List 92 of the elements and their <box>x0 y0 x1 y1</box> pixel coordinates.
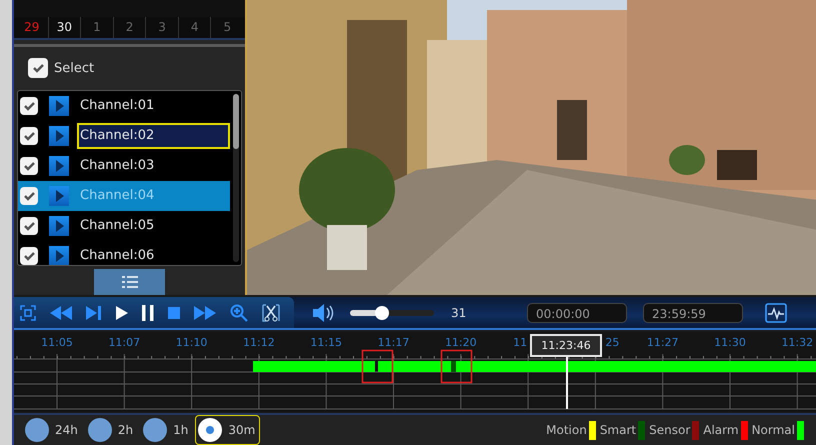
check-icon <box>24 191 34 202</box>
end-time-field[interactable]: 23:59:59 <box>643 302 743 323</box>
list-icon <box>122 276 138 288</box>
time-scale-option[interactable]: 30m <box>195 415 260 445</box>
pause-icon <box>142 304 154 321</box>
play-icon <box>54 129 64 144</box>
rewind-button[interactable] <box>50 306 72 320</box>
channel-row[interactable]: Channel:06 <box>18 241 230 265</box>
radio-button[interactable] <box>88 418 112 442</box>
channel-name: Channel:03 <box>79 157 156 176</box>
calendar-day[interactable]: 29 <box>16 16 48 38</box>
play-button[interactable] <box>49 126 69 146</box>
time-scale-option[interactable]: 24h <box>22 415 83 445</box>
play-icon <box>116 306 128 320</box>
time-label: 11:30 <box>714 336 746 350</box>
channel-name: Channel:05 <box>79 217 156 236</box>
play-button[interactable] <box>49 216 69 236</box>
play-button[interactable] <box>49 96 69 116</box>
play-icon <box>54 249 64 264</box>
zoom-in-icon <box>230 304 248 322</box>
check-icon <box>24 161 34 172</box>
play-button[interactable] <box>116 306 128 320</box>
checkbox[interactable] <box>20 247 38 265</box>
fullscreen-button[interactable] <box>20 304 36 321</box>
channel-name: Channel:01 <box>79 97 156 116</box>
checkbox[interactable] <box>20 97 38 116</box>
play-icon <box>54 189 64 204</box>
time-label: 11:15 <box>310 336 342 350</box>
skip-forward-button[interactable] <box>86 306 102 320</box>
time-label: 11:27 <box>646 336 679 350</box>
time-label: 11:12 <box>243 336 275 350</box>
stop-icon <box>168 306 180 319</box>
time-label: 25 <box>605 336 620 350</box>
legend-label: Normal <box>752 423 795 437</box>
volume-button[interactable] <box>312 302 336 323</box>
scrollbar[interactable] <box>233 94 239 262</box>
scissors-button[interactable] <box>262 304 280 322</box>
checkbox[interactable] <box>20 127 38 146</box>
fast-forward-button[interactable] <box>194 306 216 320</box>
time-label: 11 <box>513 336 528 350</box>
legend-label: Motion <box>546 423 587 437</box>
play-icon <box>54 219 64 234</box>
time-label: 11:10 <box>176 336 208 350</box>
checkbox[interactable] <box>20 187 38 206</box>
calendar-day[interactable]: 30 <box>48 16 80 38</box>
channel-row[interactable]: Channel:05 <box>18 211 230 242</box>
volume-reading: 31 <box>451 306 468 320</box>
time-label: 11:20 <box>444 336 477 350</box>
legend-label: Sensor <box>649 423 690 437</box>
start-time-field[interactable]: 00:00:00 <box>527 302 627 323</box>
fullscreen-icon <box>20 304 36 321</box>
check-icon <box>24 131 34 142</box>
checkbox[interactable] <box>20 157 38 176</box>
stop-button[interactable] <box>168 306 180 319</box>
time-label: 11:32 <box>781 336 814 350</box>
fast-forward-icon <box>194 306 216 320</box>
time-label: 11:17 <box>378 336 410 350</box>
radio-button[interactable] <box>198 418 222 442</box>
channel-name: Channel:02 <box>77 123 230 150</box>
channel-name: Channel:04 <box>79 187 156 206</box>
time-scale-option[interactable]: 2h <box>84 415 138 445</box>
waveform-icon <box>765 302 787 323</box>
channel-row[interactable]: Channel:02 <box>18 121 230 152</box>
rewind-icon <box>50 306 72 320</box>
time-scale-option[interactable]: 1h <box>140 415 194 445</box>
time-label: 11:05 <box>41 336 73 350</box>
play-icon <box>54 99 64 114</box>
checkbox[interactable] <box>20 217 38 236</box>
channel-name: Channel:06 <box>79 247 156 265</box>
legend-label: Smart <box>600 423 636 437</box>
radio-button[interactable] <box>143 418 168 442</box>
check-icon <box>24 221 34 232</box>
cursor-time-label: 11:23:46 <box>530 334 602 358</box>
zoom-in-button[interactable] <box>230 304 248 322</box>
scissors-icon <box>262 304 280 322</box>
channel-row[interactable]: Channel:01 <box>18 91 230 122</box>
play-button[interactable] <box>49 156 69 176</box>
check-icon <box>24 101 34 112</box>
radio-button[interactable] <box>25 418 49 442</box>
legend-label: Alarm <box>703 423 739 437</box>
checkbox[interactable] <box>28 58 48 78</box>
pause-button[interactable] <box>142 304 154 321</box>
waveform-button[interactable] <box>765 302 787 323</box>
list-menu-button[interactable] <box>94 269 165 295</box>
select-label: Select <box>54 60 94 76</box>
speaker-icon <box>312 302 336 323</box>
check-icon <box>24 251 34 262</box>
check-icon <box>32 63 44 74</box>
channel-row[interactable]: Channel:03 <box>18 151 230 182</box>
time-label: 11:07 <box>108 336 140 350</box>
play-icon <box>54 159 64 174</box>
skip-forward-icon <box>86 306 102 320</box>
